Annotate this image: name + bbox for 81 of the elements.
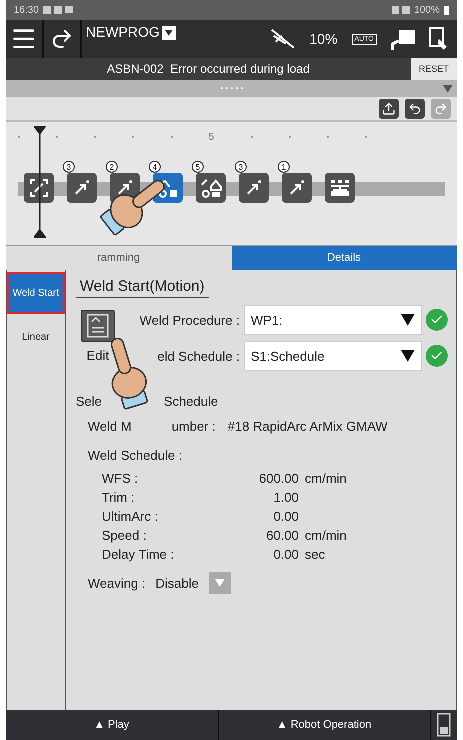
footer-button[interactable]: ▲ Play <box>6 710 218 740</box>
signal-icons <box>392 6 410 14</box>
param-label: Speed : <box>102 528 148 543</box>
grip-dots-icon <box>220 87 244 90</box>
dropdown-arrow-icon <box>401 314 415 326</box>
clock-text: 16:30 <box>14 4 40 16</box>
footer-button[interactable]: ▲ Robot Operation <box>218 710 431 740</box>
param-label: Trim : <box>102 490 136 505</box>
side-tab[interactable]: Weld Start <box>7 272 65 314</box>
field-label: Weld Procedure : <box>138 312 240 328</box>
step-button[interactable] <box>196 173 226 203</box>
param-value: 600.00 <box>258 471 300 486</box>
step-button[interactable] <box>24 173 54 203</box>
arrow-icon <box>288 179 306 197</box>
step-button[interactable] <box>282 173 312 203</box>
step-count-badge: 3 <box>235 161 247 173</box>
alarm-message: ASBN-002 Error occurred during load <box>106 62 311 76</box>
robot-icon[interactable] <box>391 28 415 50</box>
param-value: 0.00 <box>272 547 300 562</box>
section-title: Weld Start(Motion) <box>76 278 209 298</box>
param-label: Delay Time : <box>102 547 176 562</box>
document-icon <box>87 314 109 338</box>
position-marker: 5 <box>208 132 214 142</box>
step-button[interactable] <box>67 173 97 203</box>
drag-handle-bar[interactable] <box>6 80 457 97</box>
heading-text: Sele <box>76 394 102 409</box>
section-label: Weld Schedule : <box>88 448 182 463</box>
collapse-arrow-icon[interactable] <box>443 84 453 92</box>
step-count-badge: 4 <box>149 161 161 173</box>
branch-icon <box>329 179 351 197</box>
param-value: 1.00 <box>272 490 300 505</box>
program-name[interactable]: NEWPROG <box>86 24 160 40</box>
undo-button[interactable] <box>405 98 425 118</box>
dropdown-field[interactable]: S1:Schedule <box>244 341 422 371</box>
param-value: 60.00 <box>265 528 300 543</box>
arrow-icon <box>73 179 91 197</box>
panel-tab[interactable]: ramming <box>6 245 232 270</box>
field-value: #18 RapidArc ArMix GMAW <box>228 419 388 434</box>
field-label: eld Schedule : <box>156 348 240 364</box>
dropdown-field[interactable]: WP1: <box>244 305 422 335</box>
tablet-touch-icon[interactable] <box>429 27 449 51</box>
timeline-cursor[interactable] <box>34 126 46 238</box>
param-value: 0.00 <box>272 509 300 524</box>
field-label: Weaving : <box>88 576 146 590</box>
step-count-badge: 3 <box>63 161 75 173</box>
upload-button[interactable] <box>379 98 399 118</box>
step-button[interactable] <box>325 173 355 203</box>
notification-icons <box>43 6 74 14</box>
dropdown-icon[interactable] <box>162 26 176 40</box>
heading-text: Schedule <box>164 394 218 409</box>
param-unit: sec <box>305 547 326 562</box>
redo-icon <box>50 27 74 51</box>
speed-text[interactable]: 10% <box>310 31 338 47</box>
param-label: UltimArc : <box>102 509 160 524</box>
panel-tab[interactable]: Details <box>232 245 457 270</box>
side-tab[interactable]: Linear <box>7 316 65 358</box>
battery-icon <box>444 6 449 14</box>
weld-end-icon <box>200 177 222 199</box>
param-unit: cm/min <box>305 471 348 486</box>
arrow-icon <box>245 179 263 197</box>
edit-frame-icon <box>29 178 49 198</box>
field-label: umber : <box>172 419 216 434</box>
undo-icon <box>408 102 422 116</box>
edit-schedule-button[interactable] <box>81 310 115 342</box>
step-count-badge: 1 <box>278 161 290 173</box>
arrow-icon <box>116 179 134 197</box>
dropdown-arrow-icon <box>214 579 225 587</box>
reset-button[interactable]: RESET <box>410 58 457 80</box>
upload-icon <box>382 102 396 116</box>
field-value: Disable <box>156 576 199 590</box>
dropdown-arrow-icon <box>401 350 415 362</box>
step-count-badge: 2 <box>106 161 118 173</box>
field-label: Weld M <box>88 419 132 434</box>
battery-text: 100% <box>414 4 440 16</box>
param-label: WFS : <box>102 471 140 486</box>
edit-label: Edit <box>86 348 110 363</box>
step-count-badge: 5 <box>192 161 204 173</box>
param-unit: cm/min <box>305 528 348 543</box>
torch-off-icon[interactable] <box>270 28 296 50</box>
redo-icon <box>434 102 448 116</box>
step-button[interactable] <box>239 173 269 203</box>
